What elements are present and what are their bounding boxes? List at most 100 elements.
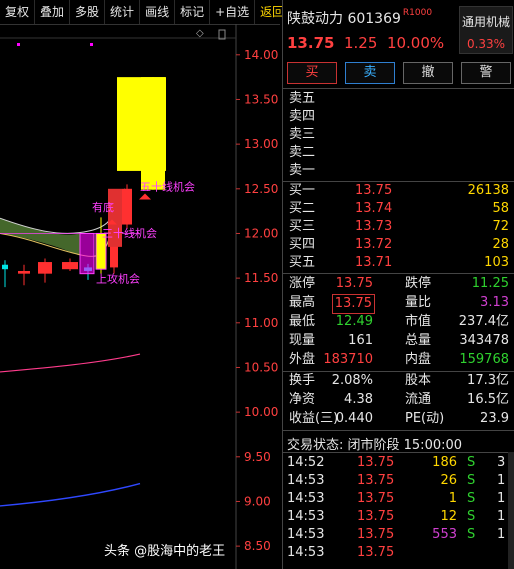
stat-label: 跌停	[405, 276, 432, 291]
tick-side: S	[467, 491, 476, 506]
stat-label: 最低	[289, 314, 316, 329]
y-tick-label: 13.00	[244, 137, 278, 151]
draw-line-button[interactable]: 画线	[140, 0, 176, 24]
candle-body	[122, 188, 132, 225]
bid-row[interactable]: 买一 13.75 26138	[283, 182, 514, 200]
ask-row[interactable]: 卖二	[283, 144, 514, 162]
chart-toolbar: 复权 叠加 多股 统计 画线 标记 +自选 返回	[0, 0, 284, 25]
tick-row: 14:53 13.75	[283, 544, 514, 562]
bid-price: 13.73	[355, 219, 393, 234]
total-volume-value: 343478	[459, 333, 509, 348]
stock-title: 陕鼓动力 601369 R1000	[287, 8, 432, 28]
share-capital-value: 17.3亿	[467, 373, 509, 388]
y-tick-label: 9.00	[244, 494, 271, 508]
overlay-button[interactable]: 叠加	[35, 0, 71, 24]
tick-volume: 1	[448, 491, 457, 506]
ma-line-blue	[0, 482, 141, 507]
ask-row[interactable]: 卖三	[283, 126, 514, 144]
stat-label: 流通	[405, 392, 432, 407]
tick-volume: 26	[440, 473, 457, 488]
ask-row[interactable]: 卖五	[283, 90, 514, 108]
bid-label: 买五	[289, 255, 316, 270]
bid-volume: 72	[492, 219, 509, 234]
bid-row[interactable]: 买二 13.74 58	[283, 200, 514, 218]
statistics-button[interactable]: 统计	[105, 0, 141, 24]
buy-button[interactable]: 买	[287, 62, 337, 84]
stat-row: 收益(三) 0.440 PE(动) 23.9	[283, 410, 514, 428]
stock-name: 陕鼓动力	[287, 11, 343, 27]
candle-body	[62, 262, 78, 270]
y-tick-label: 10.50	[244, 360, 278, 374]
float-shares-value: 16.5亿	[467, 392, 509, 407]
quote-panel: 陕鼓动力 601369 R1000 通用机械 0.33% 13.75 1.25 1…	[282, 0, 514, 569]
signal-label: 有底	[92, 200, 114, 214]
tick-price: 13.75	[357, 473, 395, 488]
eps-value: 0.440	[335, 411, 373, 426]
price-line: 13.75 1.25 10.00%	[287, 34, 444, 52]
ticks-scrollbar[interactable]	[508, 452, 514, 569]
stock-tag: R1000	[403, 8, 432, 18]
stat-row: 最低 12.49 市值 237.4亿	[283, 313, 514, 331]
restore-rights-button[interactable]: 复权	[0, 0, 36, 24]
tick-side: S	[467, 527, 476, 542]
ask-label: 卖一	[289, 163, 316, 178]
trade-status: 交易状态: 闭市阶段 15:00:00	[287, 438, 463, 453]
kline-svg: ◇ 有底 五十线机会三十线机会上攻机会 14.00 13.50 13.00 12.50 1…	[0, 24, 278, 569]
stat-label: 量比	[405, 295, 432, 310]
stat-label: 收益(三)	[289, 411, 339, 426]
tick-row: 14:53 13.75 12 S 1	[283, 508, 514, 526]
watermark: 头条 @股海中的老王	[100, 539, 230, 560]
add-watchlist-button[interactable]: +自选	[210, 0, 256, 24]
mark-button[interactable]: 标记	[175, 0, 211, 24]
bid-volume: 58	[492, 201, 509, 216]
tick-price: 13.75	[357, 509, 395, 524]
bid-label: 买二	[289, 201, 316, 216]
tick-volume: 553	[432, 527, 457, 542]
up-arrow-icon	[139, 193, 151, 200]
stat-label: 外盘	[289, 352, 316, 367]
tick-row: 14:52 13.75 186 S 3	[283, 454, 514, 472]
tick-time: 14:52	[287, 455, 325, 470]
low-value: 12.49	[335, 314, 373, 329]
signal-dot	[17, 43, 20, 46]
multi-stock-button[interactable]: 多股	[70, 0, 106, 24]
magenta-signal-bar	[79, 232, 95, 275]
stat-label: 换手	[289, 373, 316, 388]
kline-chart[interactable]: ◇ 有底 五十线机会 三十线机会 上攻机会 14.00 13.50 13.00 12.50 1…	[0, 24, 280, 569]
sell-button[interactable]: 卖	[345, 62, 395, 84]
stat-label: 最高	[289, 295, 316, 310]
ask-row[interactable]: 卖四	[283, 108, 514, 126]
y-tick-label: 8.50	[244, 539, 271, 553]
stat-label: 现量	[289, 333, 316, 348]
tick-count: 1	[497, 509, 506, 524]
ask-row[interactable]: 卖一	[283, 162, 514, 180]
bid-price: 13.75	[355, 183, 393, 198]
ask-label: 卖四	[289, 109, 316, 124]
net-assets-value: 4.38	[344, 392, 373, 407]
inner-volume-value: 159768	[459, 352, 509, 367]
bid-price: 13.74	[355, 201, 393, 216]
stat-row: 涨停 13.75 跌停 11.25	[283, 275, 514, 293]
bid-row[interactable]: 买四 13.72 28	[283, 236, 514, 254]
bid-row[interactable]: 买五 13.71 103	[283, 254, 514, 272]
y-tick-label: 11.00	[244, 316, 278, 330]
bid-volume: 28	[492, 237, 509, 252]
stat-label: 净资	[289, 392, 316, 407]
tick-side: S	[467, 473, 476, 488]
current-price: 13.75	[287, 34, 335, 52]
bid-row[interactable]: 买三 13.73 72	[283, 218, 514, 236]
candle-body	[18, 270, 30, 274]
tick-row: 14:53 13.75 1 S 1	[283, 490, 514, 508]
tick-price: 13.75	[357, 455, 395, 470]
bid-label: 买四	[289, 237, 316, 252]
limit-up-bar	[117, 77, 166, 171]
stat-row: 净资 4.38 流通 16.5亿	[283, 391, 514, 409]
alert-button[interactable]: 警	[461, 62, 511, 84]
trade-button-row: 买 卖 撤 警	[287, 62, 511, 84]
industry-box[interactable]: 通用机械 0.33%	[459, 6, 513, 54]
turnover-value: 2.08%	[331, 373, 373, 388]
tick-row: 14:53 13.75 26 S 1	[283, 472, 514, 490]
cancel-order-button[interactable]: 撤	[403, 62, 453, 84]
stat-row: 现量 161 总量 343478	[283, 332, 514, 350]
price-change-pct: 10.00%	[386, 34, 445, 52]
